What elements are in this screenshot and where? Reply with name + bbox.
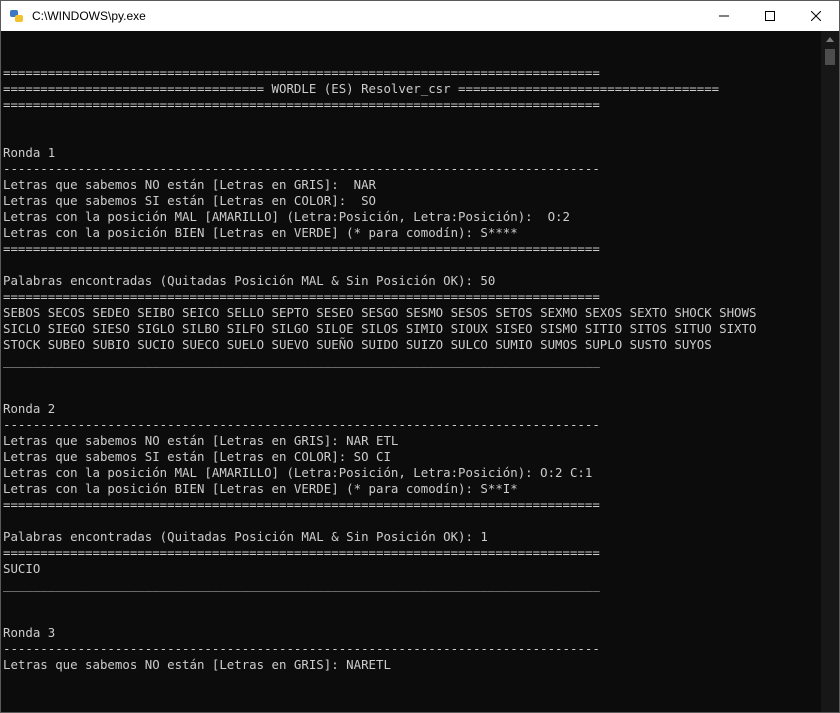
maximize-icon [765,11,775,21]
console-line: ========================================… [3,497,600,512]
console-window: C:\WINDOWS\py.exe ======================… [0,0,840,713]
console-line: ========================================… [3,289,600,304]
console-line: Letras con la posición MAL [AMARILLO] (L… [3,465,593,480]
window-controls [701,1,839,31]
console-line: ________________________________________… [3,353,600,368]
console-line: Letras que sabemos NO están [Letras en G… [3,657,391,672]
minimize-icon [719,15,729,17]
console-line: ========================================… [3,65,600,80]
console-line: Letras con la posición BIEN [Letras en V… [3,481,518,496]
close-icon [811,11,821,21]
console-line: ----------------------------------------… [3,641,600,656]
console-line: STOCK SUBEO SUBIO SUCIO SUECO SUELO SUEV… [3,337,712,352]
console-line: Palabras encontradas (Quitadas Posición … [3,529,488,544]
console-line: Palabras encontradas (Quitadas Posición … [3,273,496,288]
console-line: ----------------------------------------… [3,417,600,432]
console-line: Letras que sabemos SI están [Letras en C… [3,449,391,464]
console-line: SICLO SIEGO SIESO SIGLO SILBO SILFO SILG… [3,321,757,336]
minimize-button[interactable] [701,1,747,31]
console-line: Letras con la posición MAL [AMARILLO] (L… [3,209,570,224]
title-bar[interactable]: C:\WINDOWS\py.exe [1,1,839,31]
console-line: ________________________________________… [3,577,600,592]
console-line: ----------------------------------------… [3,161,600,176]
console-line: Ronda 1 [3,145,56,160]
console-line: Letras que sabemos SI están [Letras en C… [3,193,376,208]
console-line: ========================================… [3,97,600,112]
console-line: Ronda 3 [3,625,56,640]
window-title: C:\WINDOWS\py.exe [32,9,146,23]
console-output[interactable]: ========================================… [1,31,821,712]
console-line: SUCIO [3,561,41,576]
console-line: Ronda 2 [3,401,56,416]
console-line: Letras con la posición BIEN [Letras en V… [3,225,518,240]
close-button[interactable] [793,1,839,31]
console-line: ========================================… [3,241,600,256]
vertical-scrollbar[interactable] [821,31,839,712]
console-line: =================================== WORD… [3,81,720,96]
console-line: Letras que sabemos NO están [Letras en G… [3,177,376,192]
scroll-thumb[interactable] [825,49,835,65]
console-line: Letras que sabemos NO están [Letras en G… [3,433,399,448]
chevron-up-icon [826,36,834,42]
scroll-up-button[interactable] [821,31,839,47]
console-line: ========================================… [3,545,600,560]
maximize-button[interactable] [747,1,793,31]
console-line: SEBOS SECOS SEDEO SEIBO SEICO SELLO SEPT… [3,305,757,320]
python-icon [9,8,25,24]
